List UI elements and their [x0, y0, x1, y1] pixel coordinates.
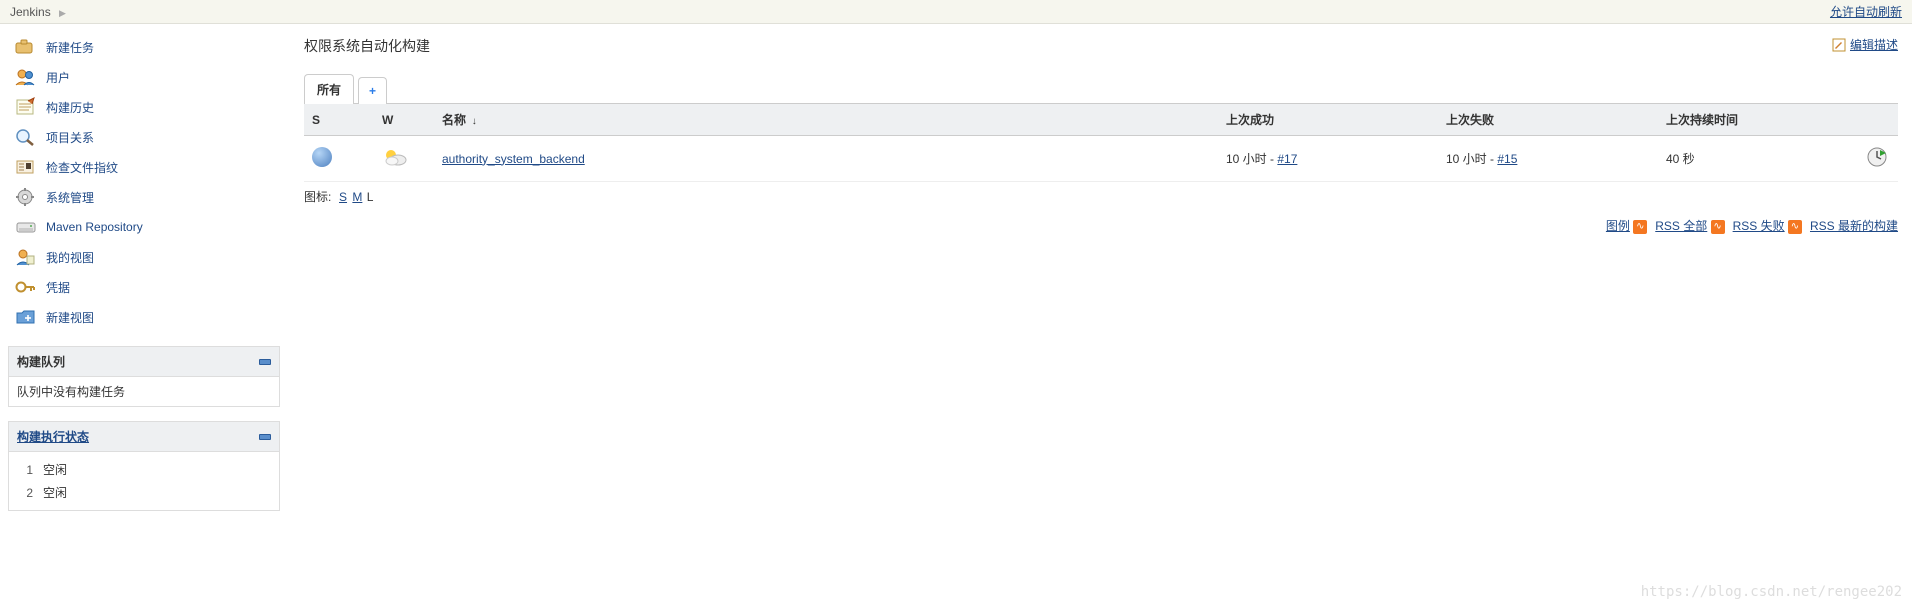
executor-state: 空闲	[43, 461, 67, 478]
name-cell: authority_system_backend	[434, 136, 1218, 182]
sidebar-item-new-view[interactable]: 新建视图	[8, 302, 280, 332]
rss-all-link[interactable]: RSS 全部	[1655, 219, 1707, 233]
executors-title[interactable]: 构建执行状态	[17, 428, 89, 445]
sidebar-item-label: 检查文件指纹	[46, 159, 118, 176]
executor-number: 2	[17, 486, 33, 500]
sidebar: 新建任务 用户 构建历史 项目关系 检查文件指纹	[0, 24, 280, 521]
col-status[interactable]: S	[304, 104, 374, 136]
gear-icon	[14, 187, 38, 207]
col-last-success[interactable]: 上次成功	[1218, 104, 1438, 136]
sort-arrow-icon: ↓	[469, 116, 477, 127]
build-queue-body: 队列中没有构建任务	[8, 377, 280, 407]
build-queue-empty: 队列中没有构建任务	[17, 385, 125, 399]
last-failure-cell: 10 小时 - #15	[1438, 136, 1658, 182]
icon-size-s[interactable]: S	[339, 190, 347, 204]
weather-cell	[374, 136, 434, 182]
rss-latest-link[interactable]: RSS 最新的构建	[1810, 219, 1898, 233]
new-item-icon	[14, 37, 38, 57]
main-panel: 权限系统自动化构建 编辑描述 所有 + S W 名称 ↓ 上次成功 上次失败 上…	[280, 24, 1912, 521]
edit-description-link[interactable]: 编辑描述	[1850, 36, 1898, 53]
breadcrumb: Jenkins ▶	[10, 5, 71, 19]
last-success-time: 10 小时 -	[1226, 152, 1277, 166]
executor-number: 1	[17, 463, 33, 477]
weather-icon[interactable]	[382, 157, 408, 171]
footer-links: 图例 ∿RSS 全部 ∿RSS 失败 ∿RSS 最新的构建	[304, 211, 1898, 240]
status-ball-icon[interactable]	[312, 147, 332, 167]
job-link[interactable]: authority_system_backend	[442, 152, 585, 166]
sidebar-item-manage[interactable]: 系统管理	[8, 182, 280, 212]
executors-header[interactable]: 构建执行状态	[8, 421, 280, 452]
sidebar-item-label: 凭据	[46, 279, 70, 296]
sidebar-item-fingerprint[interactable]: 检查文件指纹	[8, 152, 280, 182]
executors-body: 1 空闲 2 空闲	[8, 452, 280, 511]
col-last-failure[interactable]: 上次失败	[1438, 104, 1658, 136]
sidebar-item-users[interactable]: 用户	[8, 62, 280, 92]
sidebar-item-label: 构建历史	[46, 99, 94, 116]
tab-bar: 所有 +	[304, 74, 1898, 104]
key-icon	[14, 277, 38, 297]
page-title: 权限系统自动化构建	[304, 38, 430, 54]
icon-size-label: 图标:	[304, 190, 331, 204]
sidebar-item-label: 项目关系	[46, 129, 94, 146]
watermark: https://blog.csdn.net/rengee202	[1641, 584, 1902, 600]
sidebar-item-label: 新建任务	[46, 39, 94, 56]
fingerprint-icon	[14, 157, 38, 177]
duration-cell: 40 秒	[1658, 136, 1858, 182]
sidebar-item-relationship[interactable]: 项目关系	[8, 122, 280, 152]
breadcrumb-separator: ▶	[59, 8, 66, 18]
icon-size-l: L	[367, 190, 374, 204]
breadcrumb-root[interactable]: Jenkins	[10, 5, 51, 19]
rss-fail-link[interactable]: RSS 失败	[1733, 219, 1785, 233]
collapse-icon[interactable]	[259, 434, 271, 440]
rss-icon: ∿	[1633, 220, 1647, 234]
legend-link[interactable]: 图例	[1606, 219, 1630, 233]
build-queue-title: 构建队列	[17, 353, 65, 370]
pencil-icon	[1832, 38, 1846, 52]
icon-size-m[interactable]: M	[352, 190, 362, 204]
sidebar-item-label: 我的视图	[46, 249, 94, 266]
col-last-duration[interactable]: 上次持续时间	[1658, 104, 1858, 136]
drive-icon	[14, 217, 38, 237]
last-failure-build-link[interactable]: #15	[1497, 152, 1517, 166]
breadcrumb-bar: Jenkins ▶ 允许自动刷新	[0, 0, 1912, 24]
users-icon	[14, 67, 38, 87]
schedule-cell	[1858, 136, 1898, 182]
sidebar-item-maven[interactable]: Maven Repository	[8, 212, 280, 242]
edit-description[interactable]: 编辑描述	[1832, 36, 1898, 53]
user-icon	[14, 247, 38, 267]
schedule-build-icon[interactable]	[1866, 157, 1888, 171]
sidebar-item-my-views[interactable]: 我的视图	[8, 242, 280, 272]
sidebar-item-label: Maven Repository	[46, 220, 143, 234]
folder-plus-icon	[14, 307, 38, 327]
executor-row: 2 空闲	[17, 481, 271, 504]
executor-state: 空闲	[43, 484, 67, 501]
last-success-cell: 10 小时 - #17	[1218, 136, 1438, 182]
col-schedule	[1858, 104, 1898, 136]
sidebar-item-label: 用户	[46, 69, 70, 86]
project-status-table: S W 名称 ↓ 上次成功 上次失败 上次持续时间	[304, 104, 1898, 182]
search-icon	[14, 127, 38, 147]
sidebar-item-credentials[interactable]: 凭据	[8, 272, 280, 302]
icon-size-row: 图标: S M L	[304, 182, 1898, 211]
status-cell	[304, 136, 374, 182]
col-name[interactable]: 名称 ↓	[434, 104, 1218, 136]
history-icon	[14, 97, 38, 117]
last-success-build-link[interactable]: #17	[1277, 152, 1297, 166]
build-queue-header[interactable]: 构建队列	[8, 346, 280, 377]
col-weather[interactable]: W	[374, 104, 434, 136]
table-row: authority_system_backend 10 小时 - #17 10 …	[304, 136, 1898, 182]
sidebar-item-label: 新建视图	[46, 309, 94, 326]
auto-refresh-link[interactable]: 允许自动刷新	[1830, 5, 1902, 19]
tab-all[interactable]: 所有	[304, 74, 354, 104]
last-failure-time: 10 小时 -	[1446, 152, 1497, 166]
sidebar-item-build-history[interactable]: 构建历史	[8, 92, 280, 122]
sidebar-item-new-job[interactable]: 新建任务	[8, 32, 280, 62]
collapse-icon[interactable]	[259, 359, 271, 365]
tab-add[interactable]: +	[358, 77, 387, 104]
auto-refresh: 允许自动刷新	[1830, 3, 1902, 20]
rss-icon: ∿	[1711, 220, 1725, 234]
executor-row: 1 空闲	[17, 458, 271, 481]
rss-icon: ∿	[1788, 220, 1802, 234]
sidebar-item-label: 系统管理	[46, 189, 94, 206]
